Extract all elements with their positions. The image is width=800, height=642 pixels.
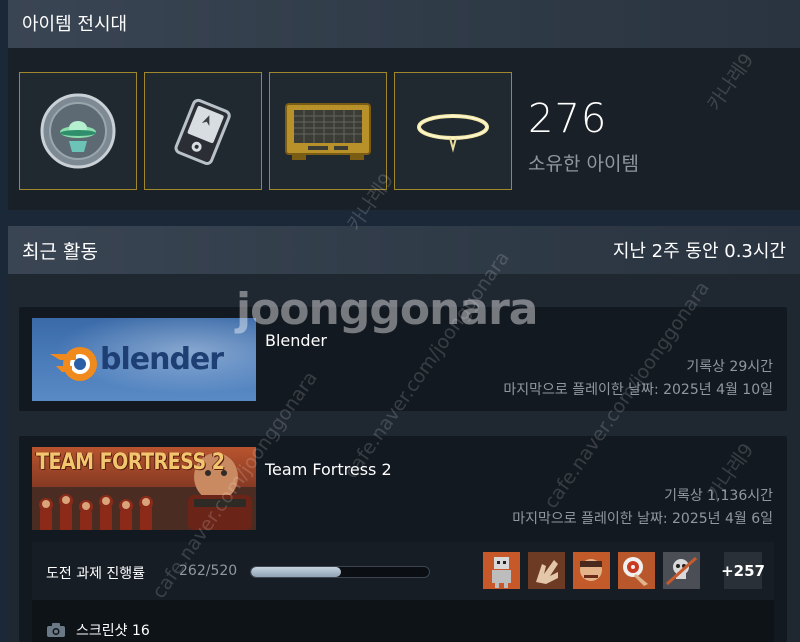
item-showcase: 아이템 전시대 276 소유한 아이템 — [8, 0, 800, 210]
achievement-icons — [483, 552, 700, 589]
game-capsule-blender[interactable]: blender — [32, 318, 256, 401]
achievements-progress-fill — [251, 567, 341, 577]
game-hours-tf2: 기록상 1,136시간 — [664, 488, 773, 504]
game-capsule-tf2[interactable]: TEAM FORTRESS 2 — [32, 447, 256, 530]
screenshot-row[interactable]: 스크린샷 16 — [46, 620, 150, 640]
achievement-target-icon[interactable] — [618, 552, 655, 589]
showcase-header: 아이템 전시대 — [8, 0, 800, 48]
achievements-panel: 도전 과제 진행률 262/520 +257 스크린샷 16 — [32, 542, 774, 642]
gold-display-icon — [285, 103, 371, 160]
showcase-item-card[interactable] — [144, 72, 262, 190]
game-card-blender: blender Blender 기록상 29시간 마지막으로 플레이한 날짜: … — [19, 307, 787, 411]
screenshot-label: 스크린샷 16 — [76, 623, 150, 639]
showcase-title: 아이템 전시대 — [22, 14, 128, 35]
halo-icon — [417, 114, 489, 153]
achievement-robot-icon[interactable] — [483, 552, 520, 589]
game-card-tf2: TEAM FORTRESS 2 Team Fortress 2 기록상 1,13… — [19, 436, 787, 642]
achievements-row[interactable]: 도전 과제 진행률 262/520 +257 — [32, 542, 774, 600]
game-last-played-tf2: 마지막으로 플레이한 날짜: 2025년 4월 6일 — [512, 511, 773, 527]
showcase-item-halo[interactable] — [394, 72, 512, 190]
game-name-blender[interactable]: Blender — [265, 331, 327, 350]
game-name-tf2[interactable]: Team Fortress 2 — [265, 460, 392, 479]
recent-activity-title: 최근 활동 — [22, 240, 98, 263]
item-count: 276 — [528, 96, 608, 142]
camera-icon — [47, 623, 65, 637]
ufo-medal-icon — [40, 93, 116, 169]
achievement-hand-icon[interactable] — [528, 552, 565, 589]
recent-activity: 최근 활동 지난 2주 동안 0.3시간 blender Blender 기록상… — [8, 226, 800, 642]
recent-activity-header: 최근 활동 지난 2주 동안 0.3시간 — [8, 226, 800, 274]
card-icon — [174, 98, 231, 165]
achievement-face-icon[interactable] — [573, 552, 610, 589]
showcase-body: 276 소유한 아이템 — [8, 48, 800, 210]
achievements-progress-bar — [250, 566, 430, 578]
tf2-capsule-text: TEAM FORTRESS 2 — [36, 449, 225, 475]
achievements-progress-text: 262/520 — [179, 563, 238, 579]
showcase-item-gold-display[interactable] — [269, 72, 387, 190]
blender-capsule-text: blender — [100, 342, 224, 377]
item-count-label: 소유한 아이템 — [528, 153, 639, 175]
recent-activity-hours: 지난 2주 동안 0.3시간 — [612, 241, 786, 262]
game-hours-blender: 기록상 29시간 — [686, 359, 773, 375]
achievements-label: 도전 과제 진행률 — [46, 566, 146, 582]
blender-logo-icon — [50, 347, 97, 381]
game-last-played-blender: 마지막으로 플레이한 날짜: 2025년 4월 10일 — [503, 382, 773, 398]
showcase-item-ufo-medal[interactable] — [19, 72, 137, 190]
achievements-more[interactable]: +257 — [721, 552, 765, 589]
achievement-skull-icon[interactable] — [663, 552, 700, 589]
